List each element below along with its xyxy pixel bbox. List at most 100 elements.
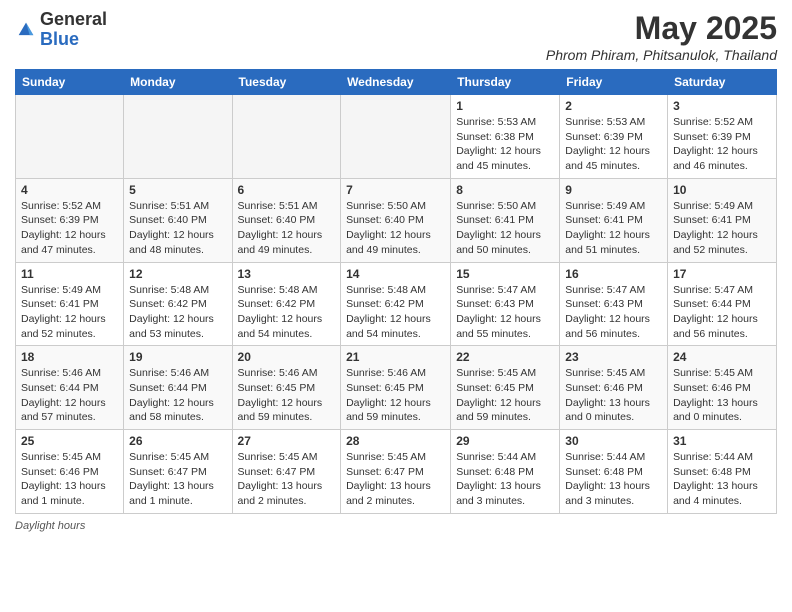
day-number: 2 — [565, 99, 662, 113]
day-info: Sunrise: 5:52 AM Sunset: 6:39 PM Dayligh… — [673, 115, 771, 174]
day-info: Sunrise: 5:46 AM Sunset: 6:44 PM Dayligh… — [21, 366, 118, 425]
calendar-cell: 10 Sunrise: 5:49 AM Sunset: 6:41 PM Dayl… — [668, 178, 777, 262]
weekday-header-monday: Monday — [124, 70, 232, 95]
day-info: Sunrise: 5:44 AM Sunset: 6:48 PM Dayligh… — [456, 450, 554, 509]
calendar-cell: 20 Sunrise: 5:46 AM Sunset: 6:45 PM Dayl… — [232, 346, 341, 430]
calendar-week-5: 25 Sunrise: 5:45 AM Sunset: 6:46 PM Dayl… — [16, 430, 777, 514]
calendar-cell: 17 Sunrise: 5:47 AM Sunset: 6:44 PM Dayl… — [668, 262, 777, 346]
day-info: Sunrise: 5:45 AM Sunset: 6:47 PM Dayligh… — [346, 450, 445, 509]
calendar-cell — [232, 95, 341, 179]
calendar-cell: 28 Sunrise: 5:45 AM Sunset: 6:47 PM Dayl… — [341, 430, 451, 514]
day-info: Sunrise: 5:50 AM Sunset: 6:41 PM Dayligh… — [456, 199, 554, 258]
calendar-cell: 15 Sunrise: 5:47 AM Sunset: 6:43 PM Dayl… — [451, 262, 560, 346]
day-info: Sunrise: 5:49 AM Sunset: 6:41 PM Dayligh… — [673, 199, 771, 258]
day-number: 16 — [565, 267, 662, 281]
day-info: Sunrise: 5:48 AM Sunset: 6:42 PM Dayligh… — [346, 283, 445, 342]
day-info: Sunrise: 5:51 AM Sunset: 6:40 PM Dayligh… — [238, 199, 336, 258]
day-number: 14 — [346, 267, 445, 281]
calendar-cell: 8 Sunrise: 5:50 AM Sunset: 6:41 PM Dayli… — [451, 178, 560, 262]
day-number: 31 — [673, 434, 771, 448]
day-info: Sunrise: 5:45 AM Sunset: 6:47 PM Dayligh… — [129, 450, 226, 509]
day-info: Sunrise: 5:52 AM Sunset: 6:39 PM Dayligh… — [21, 199, 118, 258]
day-info: Sunrise: 5:46 AM Sunset: 6:45 PM Dayligh… — [346, 366, 445, 425]
day-info: Sunrise: 5:46 AM Sunset: 6:44 PM Dayligh… — [129, 366, 226, 425]
day-number: 17 — [673, 267, 771, 281]
calendar-cell — [16, 95, 124, 179]
day-number: 19 — [129, 350, 226, 364]
calendar-cell: 26 Sunrise: 5:45 AM Sunset: 6:47 PM Dayl… — [124, 430, 232, 514]
day-number: 7 — [346, 183, 445, 197]
calendar-cell: 13 Sunrise: 5:48 AM Sunset: 6:42 PM Dayl… — [232, 262, 341, 346]
day-number: 5 — [129, 183, 226, 197]
calendar-cell: 21 Sunrise: 5:46 AM Sunset: 6:45 PM Dayl… — [341, 346, 451, 430]
day-number: 4 — [21, 183, 118, 197]
day-number: 27 — [238, 434, 336, 448]
calendar-cell: 7 Sunrise: 5:50 AM Sunset: 6:40 PM Dayli… — [341, 178, 451, 262]
weekday-header-tuesday: Tuesday — [232, 70, 341, 95]
calendar-week-3: 11 Sunrise: 5:49 AM Sunset: 6:41 PM Dayl… — [16, 262, 777, 346]
day-info: Sunrise: 5:53 AM Sunset: 6:39 PM Dayligh… — [565, 115, 662, 174]
day-number: 6 — [238, 183, 336, 197]
day-number: 11 — [21, 267, 118, 281]
day-number: 22 — [456, 350, 554, 364]
calendar-week-2: 4 Sunrise: 5:52 AM Sunset: 6:39 PM Dayli… — [16, 178, 777, 262]
calendar-cell: 30 Sunrise: 5:44 AM Sunset: 6:48 PM Dayl… — [560, 430, 668, 514]
location-subtitle: Phrom Phiram, Phitsanulok, Thailand — [546, 47, 777, 63]
day-info: Sunrise: 5:45 AM Sunset: 6:45 PM Dayligh… — [456, 366, 554, 425]
calendar-cell: 23 Sunrise: 5:45 AM Sunset: 6:46 PM Dayl… — [560, 346, 668, 430]
day-info: Sunrise: 5:44 AM Sunset: 6:48 PM Dayligh… — [673, 450, 771, 509]
day-number: 13 — [238, 267, 336, 281]
calendar-cell: 6 Sunrise: 5:51 AM Sunset: 6:40 PM Dayli… — [232, 178, 341, 262]
day-info: Sunrise: 5:49 AM Sunset: 6:41 PM Dayligh… — [21, 283, 118, 342]
logo-general-text: General — [40, 9, 107, 29]
weekday-header-thursday: Thursday — [451, 70, 560, 95]
calendar-cell: 9 Sunrise: 5:49 AM Sunset: 6:41 PM Dayli… — [560, 178, 668, 262]
page-header: General Blue May 2025 Phrom Phiram, Phit… — [15, 10, 777, 63]
calendar-cell — [341, 95, 451, 179]
calendar-cell: 29 Sunrise: 5:44 AM Sunset: 6:48 PM Dayl… — [451, 430, 560, 514]
day-info: Sunrise: 5:47 AM Sunset: 6:43 PM Dayligh… — [565, 283, 662, 342]
calendar-week-1: 1 Sunrise: 5:53 AM Sunset: 6:38 PM Dayli… — [16, 95, 777, 179]
day-info: Sunrise: 5:46 AM Sunset: 6:45 PM Dayligh… — [238, 366, 336, 425]
day-info: Sunrise: 5:45 AM Sunset: 6:46 PM Dayligh… — [21, 450, 118, 509]
day-info: Sunrise: 5:48 AM Sunset: 6:42 PM Dayligh… — [129, 283, 226, 342]
calendar-cell: 3 Sunrise: 5:52 AM Sunset: 6:39 PM Dayli… — [668, 95, 777, 179]
calendar-cell — [124, 95, 232, 179]
calendar-cell: 2 Sunrise: 5:53 AM Sunset: 6:39 PM Dayli… — [560, 95, 668, 179]
weekday-header-saturday: Saturday — [668, 70, 777, 95]
day-number: 10 — [673, 183, 771, 197]
calendar-cell: 4 Sunrise: 5:52 AM Sunset: 6:39 PM Dayli… — [16, 178, 124, 262]
day-info: Sunrise: 5:51 AM Sunset: 6:40 PM Dayligh… — [129, 199, 226, 258]
day-info: Sunrise: 5:47 AM Sunset: 6:43 PM Dayligh… — [456, 283, 554, 342]
day-info: Sunrise: 5:44 AM Sunset: 6:48 PM Dayligh… — [565, 450, 662, 509]
calendar-cell: 22 Sunrise: 5:45 AM Sunset: 6:45 PM Dayl… — [451, 346, 560, 430]
day-number: 3 — [673, 99, 771, 113]
day-number: 29 — [456, 434, 554, 448]
daylight-label: Daylight hours — [15, 520, 85, 532]
logo: General Blue — [15, 10, 107, 50]
calendar-cell: 5 Sunrise: 5:51 AM Sunset: 6:40 PM Dayli… — [124, 178, 232, 262]
day-info: Sunrise: 5:45 AM Sunset: 6:47 PM Dayligh… — [238, 450, 336, 509]
calendar-cell: 27 Sunrise: 5:45 AM Sunset: 6:47 PM Dayl… — [232, 430, 341, 514]
day-info: Sunrise: 5:45 AM Sunset: 6:46 PM Dayligh… — [565, 366, 662, 425]
day-number: 26 — [129, 434, 226, 448]
calendar-cell: 18 Sunrise: 5:46 AM Sunset: 6:44 PM Dayl… — [16, 346, 124, 430]
footer-note: Daylight hours — [15, 520, 777, 532]
day-info: Sunrise: 5:53 AM Sunset: 6:38 PM Dayligh… — [456, 115, 554, 174]
day-number: 9 — [565, 183, 662, 197]
calendar-week-4: 18 Sunrise: 5:46 AM Sunset: 6:44 PM Dayl… — [16, 346, 777, 430]
day-number: 28 — [346, 434, 445, 448]
day-number: 25 — [21, 434, 118, 448]
day-number: 15 — [456, 267, 554, 281]
calendar-table: SundayMondayTuesdayWednesdayThursdayFrid… — [15, 69, 777, 514]
logo-icon — [15, 19, 37, 41]
day-info: Sunrise: 5:50 AM Sunset: 6:40 PM Dayligh… — [346, 199, 445, 258]
day-number: 8 — [456, 183, 554, 197]
title-area: May 2025 Phrom Phiram, Phitsanulok, Thai… — [546, 10, 777, 63]
day-info: Sunrise: 5:45 AM Sunset: 6:46 PM Dayligh… — [673, 366, 771, 425]
calendar-cell: 1 Sunrise: 5:53 AM Sunset: 6:38 PM Dayli… — [451, 95, 560, 179]
day-number: 20 — [238, 350, 336, 364]
calendar-body: 1 Sunrise: 5:53 AM Sunset: 6:38 PM Dayli… — [16, 95, 777, 514]
day-info: Sunrise: 5:48 AM Sunset: 6:42 PM Dayligh… — [238, 283, 336, 342]
calendar-cell: 16 Sunrise: 5:47 AM Sunset: 6:43 PM Dayl… — [560, 262, 668, 346]
